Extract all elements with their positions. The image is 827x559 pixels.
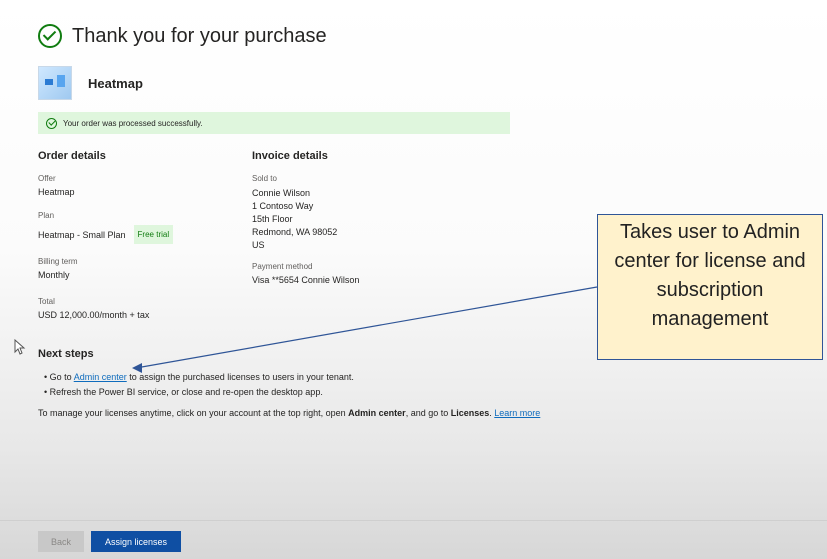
- annotation-arrow-line: [135, 286, 598, 369]
- back-button-label: Back: [50, 536, 71, 547]
- assign-licenses-label: Assign licenses: [104, 536, 168, 547]
- annotation-arrow-head: [132, 363, 142, 373]
- footer-divider: [0, 520, 827, 521]
- back-button[interactable]: Back: [38, 531, 84, 552]
- assign-licenses-button[interactable]: Assign licenses: [91, 531, 181, 552]
- annotation-arrow: [132, 286, 598, 373]
